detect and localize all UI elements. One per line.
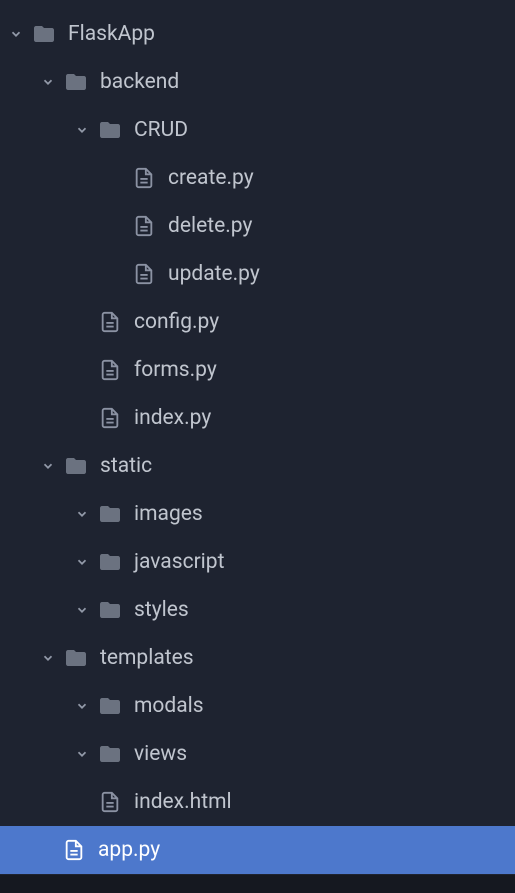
file-icon: [132, 166, 156, 190]
tree-item-label: static: [100, 454, 152, 478]
chevron-down-icon: [74, 122, 90, 138]
tree-folder-modals[interactable]: modals: [0, 682, 515, 730]
folder-icon: [64, 454, 88, 478]
tree-folder-flaskapp[interactable]: FlaskApp: [0, 10, 515, 58]
chevron-down-icon: [40, 650, 56, 666]
tree-file-update[interactable]: update.py: [0, 250, 515, 298]
tree-folder-backend[interactable]: backend: [0, 58, 515, 106]
folder-icon: [98, 118, 122, 142]
tree-folder-static[interactable]: static: [0, 442, 515, 490]
folder-icon: [32, 22, 56, 46]
file-icon: [98, 790, 122, 814]
chevron-down-icon: [74, 746, 90, 762]
tree-folder-crud[interactable]: CRUD: [0, 106, 515, 154]
chevron-down-icon: [40, 458, 56, 474]
tree-file-delete[interactable]: delete.py: [0, 202, 515, 250]
tree-folder-views[interactable]: views: [0, 730, 515, 778]
folder-icon: [98, 550, 122, 574]
folder-icon: [98, 598, 122, 622]
tree-item-label: update.py: [168, 262, 260, 286]
tree-item-label: backend: [100, 70, 179, 94]
chevron-down-icon: [74, 506, 90, 522]
tree-file-config[interactable]: config.py: [0, 298, 515, 346]
tree-item-label: styles: [134, 598, 189, 622]
chevron-down-icon: [74, 554, 90, 570]
chevron-down-icon: [74, 698, 90, 714]
tree-item-label: index.py: [134, 406, 211, 430]
file-icon: [98, 358, 122, 382]
tree-item-label: templates: [100, 646, 194, 670]
tree-item-label: javascript: [134, 550, 224, 574]
folder-icon: [98, 742, 122, 766]
tree-file-app[interactable]: app.py: [0, 826, 515, 874]
tree-file-forms[interactable]: forms.py: [0, 346, 515, 394]
file-tree: FlaskApp backend CRUD create.py delete.p…: [0, 0, 515, 874]
tree-folder-images[interactable]: images: [0, 490, 515, 538]
folder-icon: [64, 70, 88, 94]
tree-folder-javascript[interactable]: javascript: [0, 538, 515, 586]
chevron-down-icon: [40, 74, 56, 90]
file-icon: [132, 214, 156, 238]
tree-item-label: FlaskApp: [68, 22, 155, 46]
tree-item-label: CRUD: [134, 118, 188, 142]
tree-item-label: forms.py: [134, 358, 217, 382]
tree-item-label: images: [134, 502, 203, 526]
tree-item-label: modals: [134, 694, 204, 718]
file-icon: [98, 406, 122, 430]
tree-folder-styles[interactable]: styles: [0, 586, 515, 634]
file-icon: [98, 310, 122, 334]
file-icon: [62, 838, 86, 862]
tree-item-label: config.py: [134, 310, 219, 334]
tree-item-label: app.py: [98, 838, 160, 862]
tree-item-label: index.html: [134, 790, 232, 814]
tree-folder-templates[interactable]: templates: [0, 634, 515, 682]
folder-icon: [64, 646, 88, 670]
chevron-down-icon: [74, 602, 90, 618]
folder-icon: [98, 502, 122, 526]
chevron-down-icon: [8, 26, 24, 42]
tree-file-create[interactable]: create.py: [0, 154, 515, 202]
tree-item-label: create.py: [168, 166, 254, 190]
tree-item-label: views: [134, 742, 187, 766]
folder-icon: [98, 694, 122, 718]
tree-file-index-html[interactable]: index.html: [0, 778, 515, 826]
file-icon: [132, 262, 156, 286]
tree-file-index-py[interactable]: index.py: [0, 394, 515, 442]
footer-bar: [0, 875, 515, 893]
tree-item-label: delete.py: [168, 214, 252, 238]
